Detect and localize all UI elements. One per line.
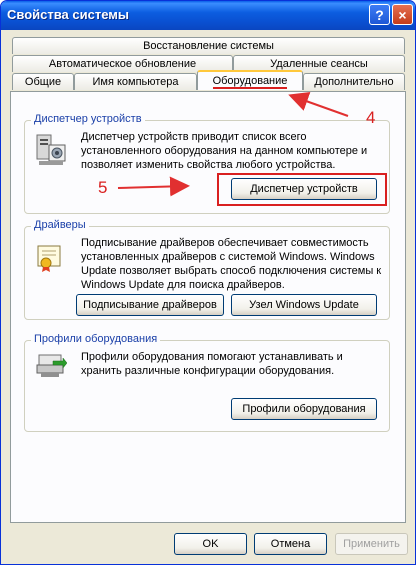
step-label-tab: 4 (366, 108, 376, 127)
tab-label: Оборудование (212, 75, 288, 89)
arrow-to-device-manager-button (117, 176, 190, 197)
tab-hardware[interactable]: Оборудование (197, 70, 303, 90)
step-label-button: 5 (98, 178, 108, 197)
arrow-to-hardware-tab (288, 91, 349, 117)
